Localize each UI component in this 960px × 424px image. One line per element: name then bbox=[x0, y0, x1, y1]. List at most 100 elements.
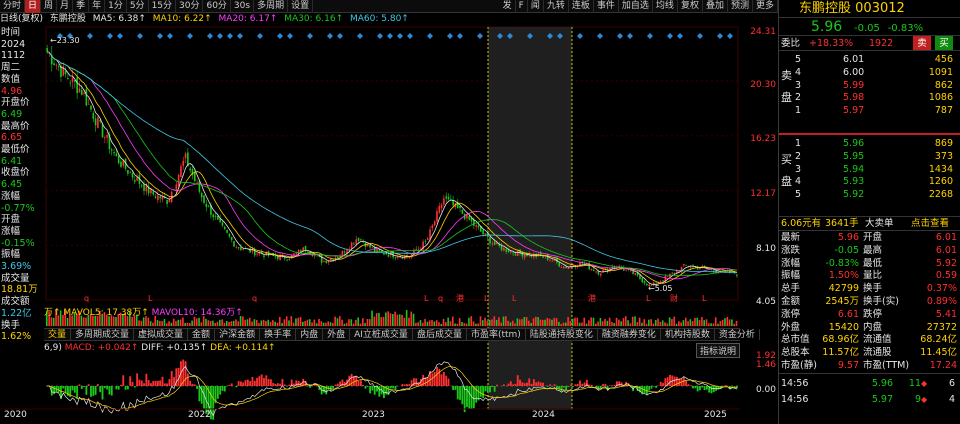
volume-bar bbox=[50, 317, 53, 326]
candle-body bbox=[475, 225, 478, 227]
stat-label: 最低 bbox=[863, 257, 883, 269]
volume-bar bbox=[207, 320, 210, 326]
book-volume: 1260 bbox=[928, 176, 953, 188]
indicator-tab[interactable]: AI立桩成交量 bbox=[350, 329, 413, 340]
volume-bar bbox=[251, 321, 253, 326]
book-level[interactable]: 4 6.00 1091 bbox=[779, 67, 960, 80]
volume-bar bbox=[295, 318, 297, 326]
volume-bar bbox=[170, 322, 173, 326]
big-order-row[interactable]: 6.06元有 3641手 大卖单 点击查看 bbox=[779, 217, 960, 231]
indicator-tab[interactable]: 盘后成交量 bbox=[413, 329, 467, 340]
indicator-tab[interactable]: 市盈率(ttm) bbox=[467, 329, 526, 340]
candle-body bbox=[662, 280, 664, 282]
volume-unit: 万↑ bbox=[44, 308, 61, 318]
volume-bar bbox=[276, 322, 279, 326]
volume-bar bbox=[719, 321, 722, 326]
candle-body bbox=[426, 238, 429, 240]
indicator-tab[interactable]: 外盘 bbox=[323, 329, 351, 340]
book-level[interactable]: 5 6.01 456 bbox=[779, 54, 960, 67]
book-level[interactable]: 3 5.99 862 bbox=[779, 80, 960, 93]
volume-bar bbox=[408, 317, 410, 326]
book-level-num: 2 bbox=[795, 150, 802, 162]
candle-body bbox=[166, 199, 168, 204]
indicator-tab[interactable]: 多周期成交量 bbox=[71, 329, 135, 340]
volume-bar bbox=[680, 322, 682, 326]
indicator-tab[interactable]: 陆股通持股变化 bbox=[526, 329, 598, 340]
event-diamond-icon bbox=[697, 33, 703, 39]
volume-bar bbox=[666, 323, 669, 326]
volume-bar bbox=[405, 310, 408, 326]
macd-value: MACD: +0.042↑ bbox=[64, 343, 139, 353]
indicator-tab[interactable]: 交量 bbox=[44, 329, 72, 340]
candle-body bbox=[323, 261, 325, 263]
volume-bar bbox=[359, 323, 362, 326]
candle-body bbox=[482, 230, 484, 235]
volume-bar bbox=[285, 316, 288, 326]
candle-body bbox=[523, 254, 526, 258]
volume-bar bbox=[410, 311, 413, 326]
buy-button[interactable]: 买 bbox=[935, 36, 953, 50]
candle-body bbox=[330, 258, 332, 261]
volume-bar bbox=[594, 323, 597, 326]
tick-row: 14:56 5.97 9 ◆ 4 bbox=[779, 394, 960, 410]
book-level[interactable]: 5 5.92 2268 bbox=[779, 189, 960, 202]
kline-chart[interactable]: ←23.30←5.05q Lq Lq 港 L L 港 L 财 L bbox=[0, 0, 740, 424]
indicator-tab[interactable]: 机构持股数 bbox=[661, 329, 715, 340]
book-level[interactable]: 3 5.94 1434 bbox=[779, 164, 960, 177]
candle-body bbox=[97, 117, 99, 129]
year-tick: 2024 bbox=[532, 410, 555, 420]
candle-body bbox=[685, 264, 687, 266]
volume-bar bbox=[334, 316, 336, 326]
volume-bar bbox=[193, 316, 196, 326]
stat-row: 市盈(静) 9.57 市盈(TTM) 17.24 bbox=[779, 360, 960, 373]
indicator-tab[interactable]: 虚拟成交量 bbox=[134, 329, 189, 340]
volume-bar bbox=[332, 323, 334, 326]
book-level[interactable]: 1 5.97 787 bbox=[779, 105, 960, 118]
candle-body bbox=[184, 153, 187, 159]
indicator-tab[interactable]: 内盘 bbox=[296, 329, 324, 340]
book-level[interactable]: 2 5.95 373 bbox=[779, 151, 960, 164]
candle-body bbox=[83, 92, 85, 94]
stat-value: 5.41 bbox=[935, 308, 957, 320]
big-order-link[interactable]: 点击查看 bbox=[911, 217, 949, 230]
volume-bar bbox=[516, 318, 519, 326]
mavol10-label: MAVOL10: 14.36万↑ bbox=[151, 308, 243, 318]
volume-bar bbox=[608, 317, 611, 326]
candle-body bbox=[94, 118, 97, 126]
stat-value: -0.83% bbox=[825, 257, 859, 269]
candle-body bbox=[117, 156, 120, 164]
volume-bar bbox=[604, 318, 606, 326]
sell-button[interactable]: 卖 bbox=[913, 36, 931, 50]
stat-value: 6.01 bbox=[935, 244, 957, 256]
candle-body bbox=[256, 253, 258, 255]
candle-body bbox=[90, 105, 92, 110]
candle-body bbox=[133, 180, 136, 182]
indicator-tab[interactable]: 融资融券变化 bbox=[598, 329, 661, 340]
indicator-tab[interactable]: 金额 bbox=[188, 329, 216, 340]
volume-bar bbox=[592, 317, 595, 326]
volume-bar bbox=[717, 323, 719, 326]
book-level[interactable]: 4 5.93 1260 bbox=[779, 176, 960, 189]
candle-body bbox=[736, 274, 738, 276]
candle-body bbox=[286, 259, 288, 261]
event-marker: 港 bbox=[588, 293, 596, 303]
candle-body bbox=[104, 137, 106, 139]
candle-body bbox=[682, 264, 685, 266]
open-chg-value: -0.15% bbox=[1, 237, 35, 249]
indicator-help-button[interactable]: 指标说明 bbox=[696, 343, 741, 358]
stat-value: 0.89% bbox=[926, 295, 957, 307]
candle-body bbox=[360, 239, 362, 241]
volume-bar bbox=[530, 323, 533, 326]
book-level[interactable]: 2 5.98 1086 bbox=[779, 92, 960, 105]
volume-bar bbox=[468, 317, 470, 326]
high-value: 6.65 bbox=[1, 132, 23, 144]
event-diamond-icon bbox=[157, 33, 163, 39]
indicator-tab[interactable]: 换手率 bbox=[260, 329, 297, 340]
stat-label: 最新 bbox=[781, 232, 801, 243]
book-level[interactable]: 1 5.96 869 bbox=[779, 138, 960, 151]
stat-row: 振幅 1.50% 量比 0.59 bbox=[779, 270, 960, 283]
stock-name: 东鹏控股 bbox=[799, 1, 852, 16]
indicator-tab[interactable]: 沪深金额 bbox=[215, 329, 261, 340]
volume-bar bbox=[708, 323, 710, 326]
candle-body bbox=[505, 249, 507, 252]
